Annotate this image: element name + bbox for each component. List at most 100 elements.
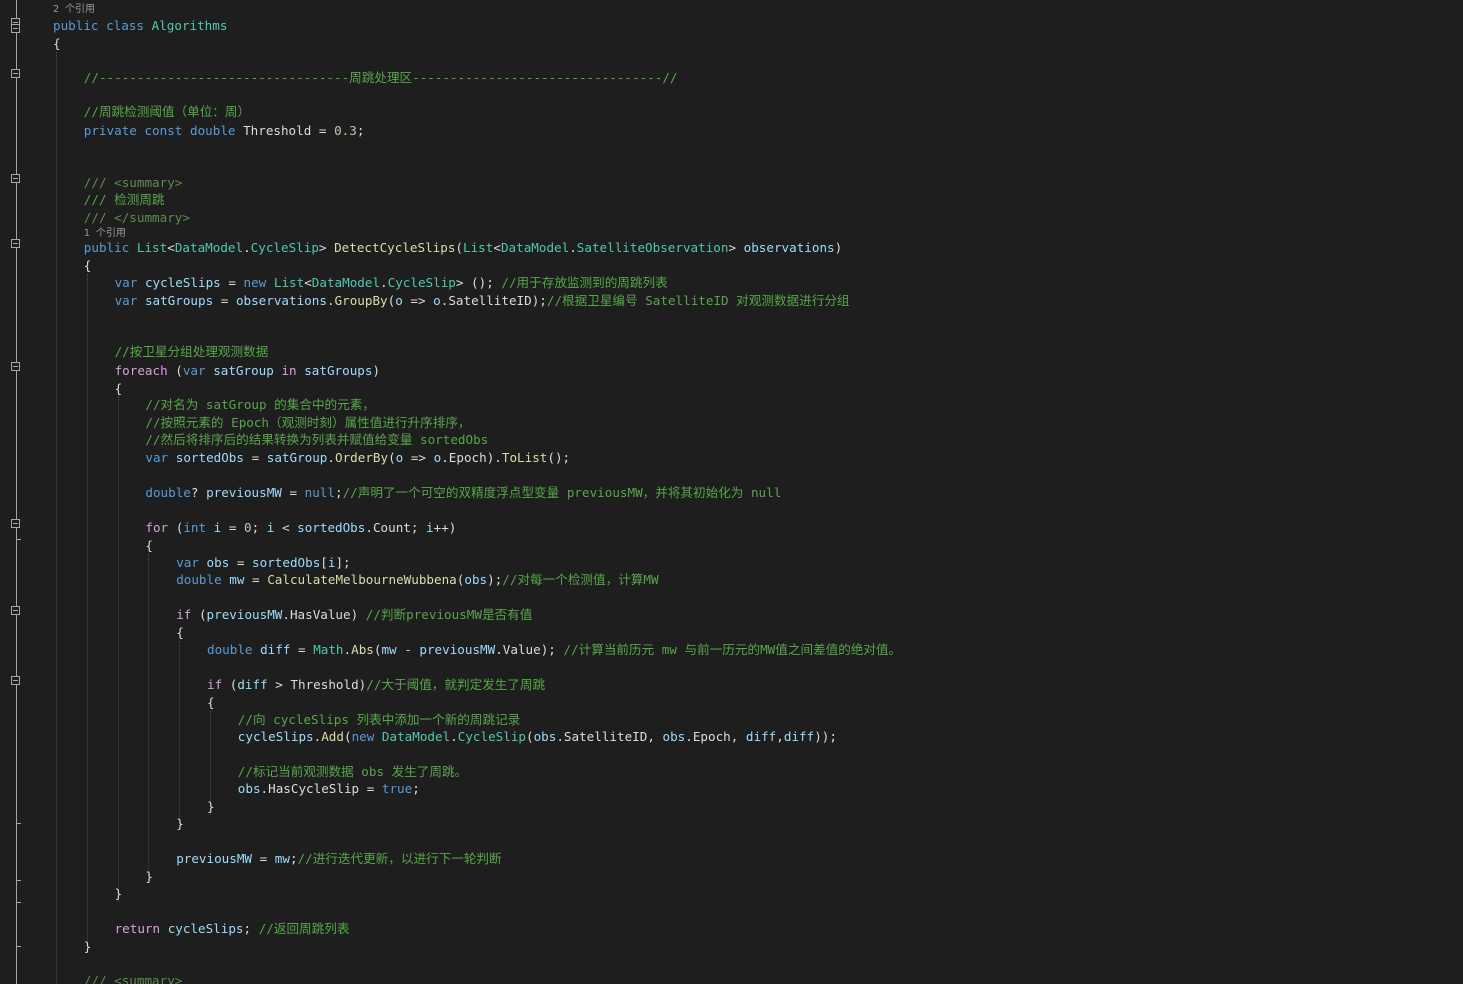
code-token: //周跳检测阈值（单位：周） (83, 104, 251, 119)
code-line[interactable]: { (53, 35, 61, 52)
code-area[interactable]: 2 个引用 1 个引用 public class Algorithms{//----… (53, 0, 1463, 984)
code-token: SatelliteObservation (576, 240, 729, 255)
code-line[interactable]: for (int i = 0; i < sortedObs.Count; i++… (145, 519, 456, 536)
code-token: foreach (114, 363, 168, 378)
code-token: previousMW (206, 607, 283, 622)
code-line[interactable]: //向 cycleSlips 列表中添加一个新的周跳记录 (238, 711, 520, 728)
code-token: satGroups (304, 363, 373, 378)
code-line[interactable]: { (115, 380, 123, 397)
collapse-icon[interactable] (11, 24, 20, 33)
code-line[interactable]: foreach (var satGroup in satGroups) (115, 362, 380, 379)
code-token: { (83, 258, 92, 273)
code-token: for (145, 520, 169, 535)
code-line[interactable]: } (115, 885, 123, 902)
code-line[interactable]: if (diff > Threshold)//大于阈值，就判定发生了周跳 (207, 676, 545, 693)
code-line[interactable]: //周跳检测阈值（单位：周） (84, 103, 250, 120)
code-line[interactable]: var satGroups = observations.GroupBy(o =… (115, 292, 850, 309)
code-token: ; (251, 520, 267, 535)
code-line[interactable]: { (145, 537, 153, 554)
code-token: //向 cycleSlips 列表中添加一个新的周跳记录 (237, 712, 521, 727)
code-token: const (144, 123, 183, 138)
code-token: //标记当前观测数据 obs 发生了周跳。 (237, 764, 468, 779)
code-editor[interactable]: 2 个引用 1 个引用 public class Algorithms{//----… (0, 0, 1463, 984)
code-line[interactable]: } (145, 868, 153, 885)
code-line[interactable]: private const double Threshold = 0.3; (84, 122, 365, 139)
collapse-icon[interactable] (11, 69, 20, 78)
code-line[interactable]: } (84, 938, 92, 955)
code-token: DataModel (500, 240, 570, 255)
codelens-references[interactable]: 2 个引用 (53, 4, 95, 16)
code-token: return (114, 921, 161, 936)
code-line[interactable]: var sortedObs = satGroup.OrderBy(o => o.… (145, 449, 570, 466)
code-line[interactable]: obs.HasCycleSlip = true; (238, 780, 420, 797)
code-token: satGroup (266, 450, 328, 465)
code-token: /// <summary> (83, 973, 183, 984)
fold-end-marker (16, 823, 21, 824)
code-token: CycleSlip (387, 275, 456, 290)
code-line[interactable]: //按卫星分组处理观测数据 (115, 343, 269, 360)
code-token: ( (343, 729, 352, 744)
code-line[interactable]: { (176, 624, 184, 641)
code-line[interactable]: //对名为 satGroup 的集合中的元素， (145, 396, 375, 413)
code-token: mw (381, 642, 397, 657)
code-token: obs (662, 729, 686, 744)
code-token: Threshold = (235, 123, 335, 138)
code-line[interactable]: previousMW = mw;//进行迭代更新，以进行下一轮判断 (176, 850, 501, 867)
code-token: //然后将排序后的结果转换为列表并赋值给变量 sortedObs (145, 432, 489, 447)
code-token: .Value); (495, 642, 564, 657)
collapse-icon[interactable] (11, 606, 20, 615)
code-line[interactable]: var cycleSlips = new List<DataModel.Cycl… (115, 274, 668, 291)
code-line[interactable]: //按照元素的 Epoch（观测时刻）属性值进行升序排序， (145, 414, 470, 431)
code-line[interactable]: //---------------------------------周跳处理区… (84, 69, 678, 86)
collapse-icon[interactable] (11, 174, 20, 183)
code-line[interactable]: double diff = Math.Abs(mw - previousMW.V… (207, 641, 901, 658)
code-line[interactable]: /// </summary> (84, 209, 190, 226)
code-line[interactable]: public List<DataModel.CycleSlip> DetectC… (84, 239, 842, 256)
code-token: if (176, 607, 192, 622)
code-line[interactable]: } (176, 815, 184, 832)
code-token: > (318, 240, 335, 255)
code-line[interactable]: /// <summary> (84, 174, 183, 191)
code-line[interactable]: //标记当前观测数据 obs 发生了周跳。 (238, 763, 467, 780)
indent-guide (56, 52, 57, 984)
code-token: List (273, 275, 305, 290)
collapse-icon[interactable] (11, 519, 20, 528)
code-token: var (176, 555, 199, 570)
indent-guide (117, 396, 119, 902)
code-token: DataModel (174, 240, 244, 255)
code-line[interactable]: //然后将排序后的结果转换为列表并赋值给变量 sortedObs (145, 431, 488, 448)
indent-guide (179, 641, 181, 823)
code-line[interactable]: double mw = CalculateMelbourneWubbena(ob… (176, 571, 658, 588)
code-line[interactable]: if (previousMW.HasValue) //判断previousMW是… (176, 606, 532, 623)
code-token: List (463, 240, 494, 255)
code-token: var (114, 293, 138, 308)
code-line[interactable]: { (84, 257, 92, 274)
collapse-icon[interactable] (11, 239, 20, 248)
code-line[interactable]: cycleSlips.Add(new DataModel.CycleSlip(o… (238, 728, 837, 745)
code-token: diff (260, 642, 291, 657)
code-token: var (145, 450, 169, 465)
code-token: Math (313, 642, 344, 657)
code-token: Algorithms (151, 18, 228, 33)
code-token: . (326, 293, 335, 308)
code-token: diff (783, 729, 815, 744)
code-token: //大于阈值，就判定发生了周跳 (366, 677, 546, 692)
code-token: .Epoch). (441, 450, 502, 465)
code-token: = (290, 642, 314, 657)
code-line[interactable]: public class Algorithms (53, 17, 227, 34)
code-line[interactable]: { (207, 694, 215, 711)
collapse-icon[interactable] (11, 676, 20, 685)
code-line[interactable]: return cycleSlips; //返回周跳列表 (115, 920, 350, 937)
code-token: [ (320, 555, 328, 570)
code-line[interactable]: var obs = sortedObs[i]; (176, 554, 350, 571)
code-token: previousMW (176, 851, 253, 866)
code-token: { (114, 381, 123, 396)
code-line[interactable]: double? previousMW = null;//声明了一个可空的双精度浮… (145, 484, 781, 501)
code-token: o (395, 293, 403, 308)
collapse-icon[interactable] (11, 362, 20, 371)
code-line[interactable]: /// 检测周跳 (84, 191, 165, 208)
code-line[interactable]: /// <summary> (84, 972, 183, 984)
code-line[interactable]: } (207, 798, 215, 815)
